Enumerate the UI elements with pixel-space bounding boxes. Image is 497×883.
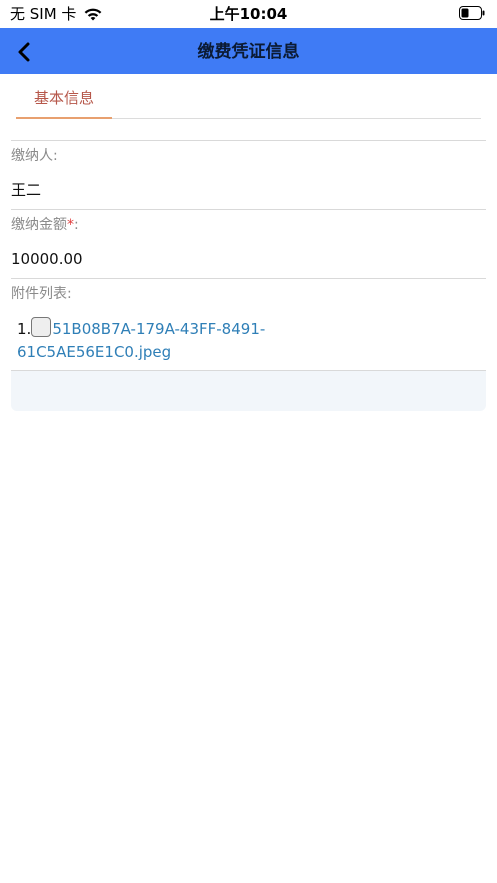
attachment-link-continued[interactable]: 61C5AE56E1C0.jpeg [17,343,171,361]
amount-label-text: 缴纳金额 [11,217,67,233]
payer-label: 缴纳人: [11,148,58,164]
attachments-label: 附件列表: [11,286,72,302]
nav-bar: 缴费凭证信息 [0,28,497,74]
voucher-form: 缴纳人: 王二 缴纳金额*: 10000.00 附件列表: 1. 51B08B7A… [11,140,486,411]
page-title: 缴费凭证信息 [197,42,300,62]
attachment-item: 1. 51B08B7A-179A-43FF-8491- 61C5AE56E1C0.… [17,317,267,364]
required-mark: * [67,217,74,233]
amount-label-suffix: : [74,217,79,233]
status-bar: 无 SIM 卡 上午10:04 [0,0,497,28]
attachment-list: 1. 51B08B7A-179A-43FF-8491- 61C5AE56E1C0.… [11,309,486,370]
attachment-index: 1. [17,320,32,338]
attachment-link[interactable]: 51B08B7A-179A-43FF-8491- [52,320,265,338]
amount-field: 缴纳金额*: 10000.00 [11,209,486,278]
amount-label: 缴纳金额*: [11,210,486,240]
battery-icon [459,6,485,20]
empty-panel [11,370,486,411]
attachments-field: 附件列表: 1. 51B08B7A-179A-43FF-8491- 61C5AE5… [11,278,486,411]
attachment-checkbox[interactable] [31,317,52,337]
payer-value: 王二 [11,181,42,199]
payer-field: 缴纳人: 王二 [11,140,486,209]
amount-value: 10000.00 [11,250,83,268]
tab-strip: 基本信息 [16,74,481,119]
tab-basic-info[interactable]: 基本信息 [16,74,112,119]
status-time: 上午10:04 [209,5,288,23]
